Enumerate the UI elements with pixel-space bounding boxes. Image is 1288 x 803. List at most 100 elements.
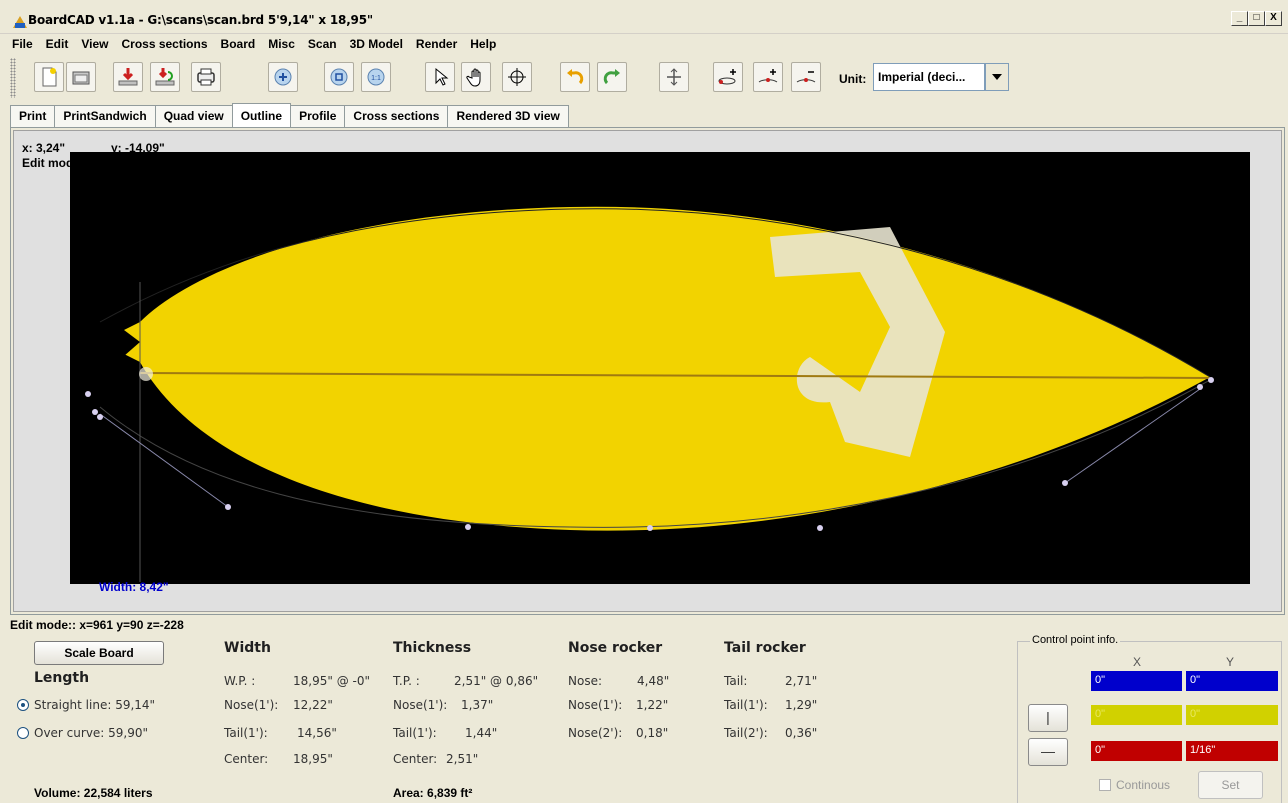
tab-quad-view[interactable]: Quad view bbox=[154, 105, 233, 127]
horizontal-align-button[interactable]: — bbox=[1028, 738, 1068, 766]
blue-x-field[interactable]: 0" bbox=[1091, 671, 1182, 691]
chevron-down-icon bbox=[992, 74, 1002, 80]
open-button[interactable] bbox=[66, 62, 96, 92]
thickness-tail-value: 1,44" bbox=[465, 726, 498, 740]
thickness-center-label: Center: bbox=[393, 752, 438, 766]
red-y-field[interactable]: 1/16" bbox=[1186, 741, 1278, 761]
red-x-field[interactable]: 0" bbox=[1091, 741, 1182, 761]
thickness-nose-value: 1,37" bbox=[461, 698, 494, 712]
print-button[interactable] bbox=[191, 62, 221, 92]
straight-line-radio[interactable] bbox=[17, 699, 29, 711]
new-file-button[interactable] bbox=[34, 62, 64, 92]
nose-rocker-1-label: Nose(1'): bbox=[568, 698, 623, 712]
save-as-button[interactable] bbox=[150, 62, 180, 92]
window-controls: _ □ X bbox=[1231, 11, 1282, 26]
control-point-title: Control point info. bbox=[1030, 634, 1121, 646]
zoom-reset-button[interactable]: 1:1 bbox=[361, 62, 391, 92]
control-point[interactable] bbox=[85, 391, 91, 397]
tab-print[interactable]: Print bbox=[10, 105, 56, 127]
control-point[interactable] bbox=[225, 504, 231, 510]
board-outline-drawing[interactable] bbox=[70, 152, 1250, 584]
tab-print-sandwich[interactable]: PrintSandwich bbox=[54, 105, 156, 127]
tab-cross-sections[interactable]: Cross sections bbox=[344, 105, 449, 127]
column-x-header: X bbox=[1133, 655, 1142, 669]
menu-edit[interactable]: Edit bbox=[46, 37, 69, 51]
width-tail-value: 14,56" bbox=[297, 726, 337, 740]
width-nose-label: Nose(1'): bbox=[224, 698, 279, 712]
zoom-fit-button[interactable] bbox=[324, 62, 354, 92]
flip-button[interactable] bbox=[659, 62, 689, 92]
view-tabs: Print PrintSandwich Quad view Outline Pr… bbox=[10, 103, 569, 127]
thickness-tail-label: Tail(1'): bbox=[393, 726, 437, 740]
width-center-value: 18,95" bbox=[293, 752, 333, 766]
tab-profile[interactable]: Profile bbox=[290, 105, 346, 127]
control-point[interactable] bbox=[1062, 480, 1068, 486]
save-button[interactable] bbox=[113, 62, 143, 92]
pan-tool-button[interactable] bbox=[461, 62, 491, 92]
menu-bar: File Edit View Cross sections Board Misc… bbox=[0, 34, 1288, 54]
redo-icon bbox=[603, 69, 620, 85]
thickness-heading: Thickness bbox=[393, 640, 472, 656]
control-point[interactable] bbox=[92, 409, 98, 415]
unit-label: Unit: bbox=[839, 72, 867, 86]
redo-button[interactable] bbox=[597, 62, 627, 92]
menu-render[interactable]: Render bbox=[416, 37, 457, 51]
zoom-in-button[interactable] bbox=[268, 62, 298, 92]
width-nose-value: 12,22" bbox=[293, 698, 333, 712]
open-folder-icon bbox=[72, 71, 90, 85]
select-tool-button[interactable] bbox=[425, 62, 455, 92]
control-point[interactable] bbox=[97, 414, 103, 420]
continous-checkbox[interactable] bbox=[1099, 779, 1111, 791]
menu-cross-sections[interactable]: Cross sections bbox=[121, 37, 207, 51]
zoom-reset-icon: 1:1 bbox=[367, 68, 385, 86]
control-point[interactable] bbox=[465, 524, 471, 530]
add-point-2-button[interactable] bbox=[753, 62, 783, 92]
remove-point-button[interactable] bbox=[791, 62, 821, 92]
menu-help[interactable]: Help bbox=[470, 37, 496, 51]
control-point[interactable] bbox=[1208, 377, 1214, 383]
tail-rocker-tail-label: Tail: bbox=[724, 674, 748, 688]
unit-dropdown-button[interactable] bbox=[985, 63, 1009, 91]
outline-canvas[interactable]: x: 3,24" y: -14,09" Edit mode Width: 8,4… bbox=[13, 130, 1282, 612]
tail-rocker-1-label: Tail(1'): bbox=[724, 698, 768, 712]
remove-point-icon bbox=[796, 71, 816, 83]
set-button[interactable]: Set bbox=[1198, 771, 1263, 799]
menu-misc[interactable]: Misc bbox=[268, 37, 295, 51]
flip-icon bbox=[667, 68, 681, 86]
scale-board-button[interactable]: Scale Board bbox=[34, 641, 164, 665]
toolbar-grip[interactable] bbox=[10, 58, 16, 98]
column-y-header: Y bbox=[1226, 655, 1235, 669]
nose-rocker-1-value: 1,22" bbox=[636, 698, 669, 712]
yellow-y-field[interactable]: 0" bbox=[1186, 705, 1278, 725]
new-file-icon bbox=[42, 67, 57, 87]
menu-3d-model[interactable]: 3D Model bbox=[350, 37, 403, 51]
minimize-button[interactable]: _ bbox=[1231, 11, 1248, 26]
unit-select[interactable]: Imperial (deci... bbox=[873, 63, 985, 91]
menu-file[interactable]: File bbox=[12, 37, 33, 51]
maximize-button[interactable]: □ bbox=[1248, 11, 1265, 26]
tab-outline[interactable]: Outline bbox=[231, 103, 292, 127]
tail-rocker-tail-value: 2,71" bbox=[785, 674, 818, 688]
control-point[interactable] bbox=[139, 367, 153, 381]
add-point-button[interactable] bbox=[713, 62, 743, 92]
tab-rendered-3d-view[interactable]: Rendered 3D view bbox=[447, 105, 569, 127]
close-button[interactable]: X bbox=[1265, 11, 1282, 26]
menu-view[interactable]: View bbox=[81, 37, 108, 51]
over-curve-radio[interactable] bbox=[17, 727, 29, 739]
zoom-in-icon bbox=[274, 68, 292, 86]
rotate-tool-button[interactable] bbox=[502, 62, 532, 92]
control-point[interactable] bbox=[1197, 384, 1203, 390]
vertical-align-button[interactable]: | bbox=[1028, 704, 1068, 732]
blue-y-field[interactable]: 0" bbox=[1186, 671, 1278, 691]
control-point[interactable] bbox=[647, 525, 653, 531]
pan-hand-icon bbox=[466, 68, 481, 87]
rotate-icon bbox=[508, 68, 526, 86]
yellow-x-field[interactable]: 0" bbox=[1091, 705, 1182, 725]
undo-button[interactable] bbox=[560, 62, 590, 92]
tail-rocker-2-value: 0,36" bbox=[785, 726, 818, 740]
control-point[interactable] bbox=[817, 525, 823, 531]
width-tail-label: Tail(1'): bbox=[224, 726, 268, 740]
add-point-icon bbox=[718, 69, 736, 85]
menu-scan[interactable]: Scan bbox=[308, 37, 337, 51]
menu-board[interactable]: Board bbox=[221, 37, 256, 51]
